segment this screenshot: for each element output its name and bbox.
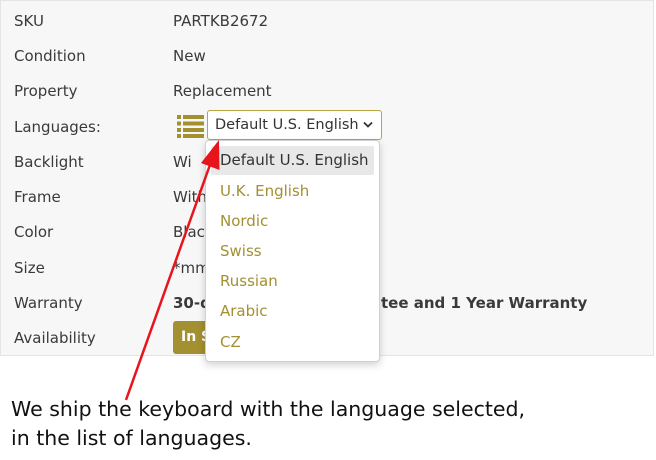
spec-row-languages: Languages: Default U.S. English [1,110,655,142]
spec-label: SKU [14,12,44,30]
spec-label: Backlight [14,153,84,171]
spec-row-sku: SKU PARTKB2672 [1,6,655,36]
spec-value: Blac [173,223,205,241]
spec-value-continued: tee and 1 Year Warranty [381,294,588,312]
spec-value: PARTKB2672 [173,12,269,30]
spec-label: Warranty [14,294,83,312]
spec-value: Wi [173,153,192,171]
spec-label: Color [14,223,54,241]
spec-value: Replacement [173,82,272,100]
language-dropdown-menu: Default U.S. English U.K. English Nordic… [205,140,380,362]
spec-value: With [173,188,208,206]
language-select-value: Default U.S. English [215,117,359,133]
language-option[interactable]: Default U.S. English [211,146,374,175]
spec-row-condition: Condition New [1,41,655,71]
language-option[interactable]: Nordic [211,207,374,236]
language-option[interactable]: U.K. English [211,177,374,206]
language-option[interactable]: Arabic [211,297,374,326]
annotation-caption: We ship the keyboard with the language s… [11,395,631,453]
language-option[interactable]: Swiss [211,237,374,266]
language-select[interactable]: Default U.S. English [207,110,382,140]
spec-label: Property [14,82,78,100]
caption-line: in the list of languages. [11,426,252,450]
list-icon[interactable] [177,114,204,138]
spec-row-property: Property Replacement [1,76,655,106]
language-option[interactable]: Russian [211,267,374,296]
spec-label: Size [14,259,45,277]
spec-label: Condition [14,47,86,65]
chevron-down-icon [363,121,373,128]
spec-label: Frame [14,188,61,206]
language-option[interactable]: CZ [211,328,374,357]
spec-label: Availability [14,329,96,347]
spec-label: Languages: [14,118,101,136]
spec-value: New [173,47,206,65]
caption-line: We ship the keyboard with the language s… [11,397,526,421]
